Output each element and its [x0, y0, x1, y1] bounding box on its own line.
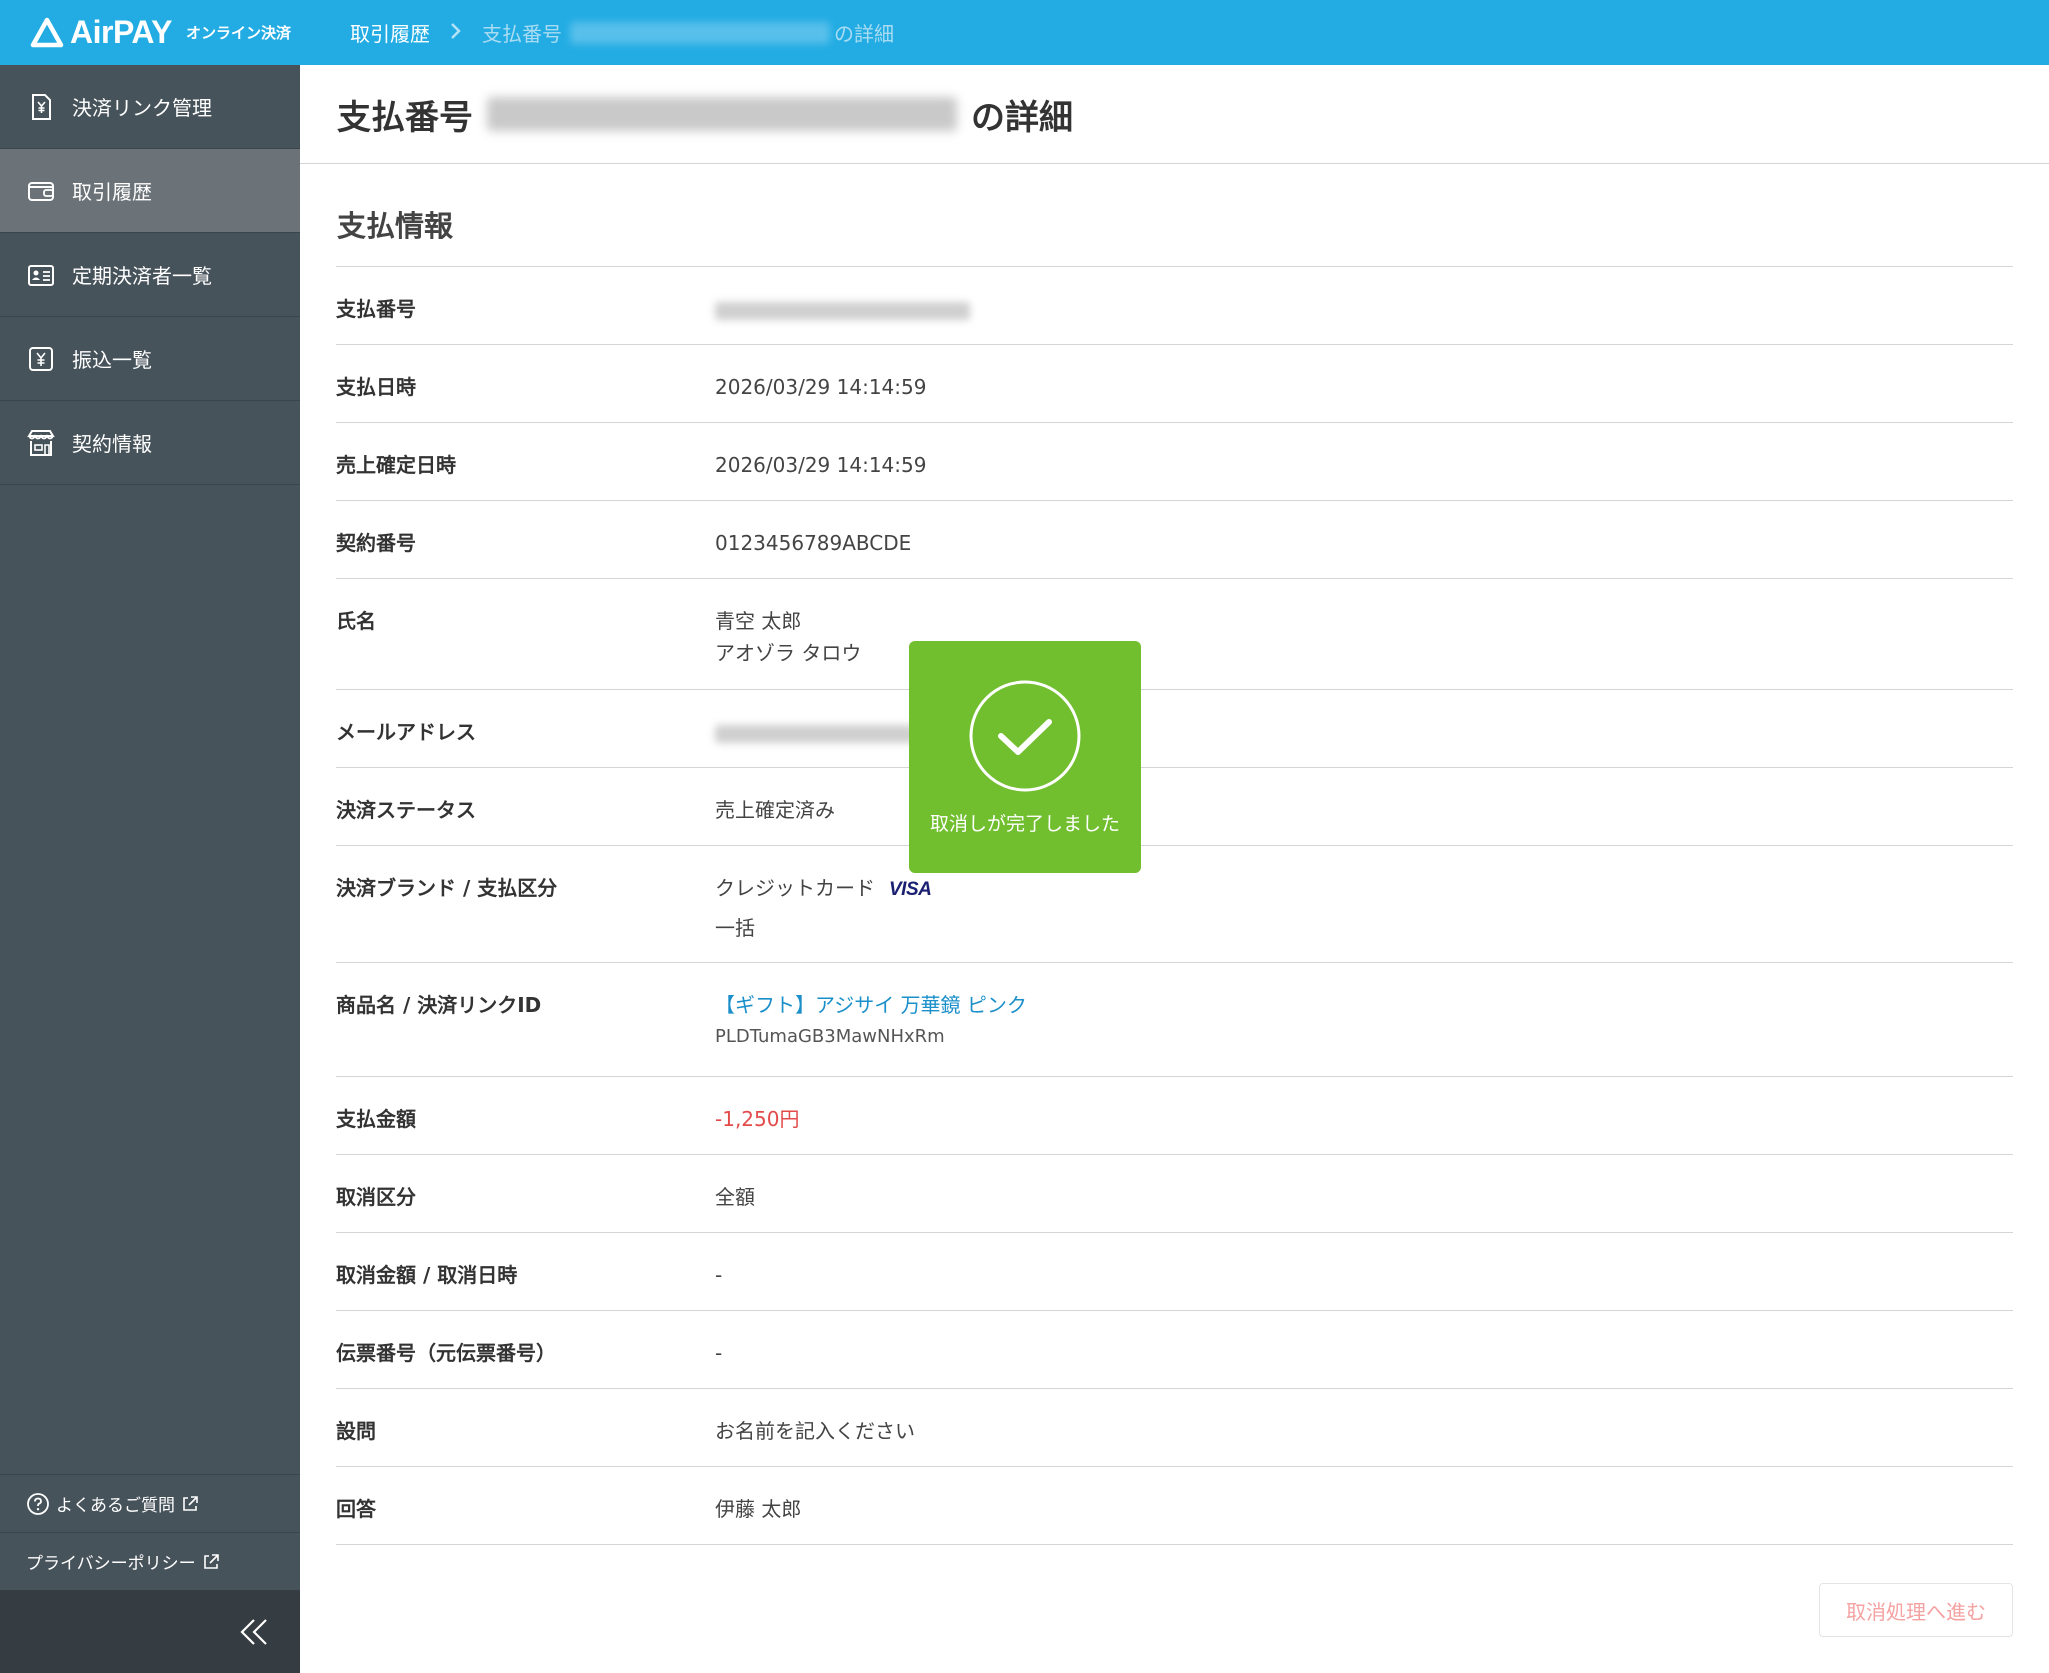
row-label: 氏名	[336, 609, 376, 633]
table-row: 契約番号 0123456789ABCDE	[336, 501, 2013, 579]
table-row: 伝票番号（元伝票番号） -	[336, 1311, 2013, 1389]
table-row: 支払金額 -1,250円	[336, 1077, 2013, 1155]
proceed-cancel-button[interactable]: 取消処理へ進む	[1819, 1583, 2013, 1637]
question-circle-icon	[27, 1492, 49, 1515]
table-row: 商品名 / 決済リンクID 【ギフト】アジサイ 万華鏡 ピンク PLDTumaG…	[336, 963, 2013, 1077]
sidebar: 決済リンク管理 取引履歴 定期決済者一覧 振込一覧 契約情報 よくあるご質問 プ…	[0, 65, 300, 1673]
product-link[interactable]: 【ギフト】アジサイ 万華鏡 ピンク	[715, 989, 2013, 1021]
breadcrumb: 取引履歴 支払番号 の詳細	[350, 18, 894, 47]
row-label: 商品名 / 決済リンクID	[336, 993, 542, 1017]
row-label: 支払日時	[336, 375, 416, 399]
top-header: AirPAY オンライン決済 取引履歴 支払番号 の詳細	[0, 0, 2049, 65]
page-title-suffix: の詳細	[971, 97, 1073, 138]
table-row: 決済ステータス 売上確定済み	[336, 768, 2013, 846]
row-label: 決済ステータス	[336, 798, 476, 822]
sidebar-item-transfers[interactable]: 振込一覧	[0, 317, 300, 401]
airpay-logo-icon	[30, 17, 64, 47]
payment-link-id: PLDTumaGB3MawNHxRm	[715, 1026, 945, 1047]
row-value: 2026/03/29 14:14:59	[715, 453, 927, 477]
table-row: 支払番号	[336, 267, 2013, 345]
privacy-policy-link[interactable]: プライバシーポリシー	[0, 1532, 300, 1590]
sidebar-collapse-button[interactable]	[0, 1590, 300, 1673]
row-label: 設問	[336, 1419, 376, 1443]
row-value: -	[715, 1341, 723, 1365]
row-value: 全額	[715, 1185, 755, 1209]
main-content: 支払番号 の詳細 支払情報 支払番号 支払日時 2026/03/29 14:14…	[300, 65, 2049, 1673]
sidebar-item-label: 定期決済者一覧	[72, 264, 212, 288]
payment-number-value	[715, 267, 2013, 344]
page-title-prefix: 支払番号	[337, 97, 473, 138]
row-label: 伝票番号（元伝票番号）	[336, 1341, 556, 1365]
cancel-complete-toast: 取消しが完了しました	[909, 641, 1141, 873]
name-value: 青空 太郎	[715, 609, 802, 633]
yen-document-icon	[32, 93, 51, 120]
table-row: メールアドレス	[336, 690, 2013, 768]
airpay-logo[interactable]: AirPAY オンライン決済	[30, 14, 350, 51]
yen-transfer-icon	[29, 346, 53, 371]
table-row: 取消区分 全額	[336, 1155, 2013, 1233]
row-label: 回答	[336, 1497, 376, 1521]
amount-value: -1,250円	[715, 1107, 800, 1131]
table-row: 取消金額 / 取消日時 -	[336, 1233, 2013, 1311]
sidebar-item-label: 決済リンク管理	[72, 96, 212, 120]
breadcrumb-current: 支払番号 の詳細	[482, 18, 894, 47]
redacted-payment-number	[570, 21, 830, 44]
row-value: -	[715, 1263, 723, 1287]
table-row: 売上確定日時 2026/03/29 14:14:59	[336, 423, 2013, 501]
table-row: 回答 伊藤 太郎	[336, 1467, 2013, 1545]
pay-type-value: 一括	[715, 916, 755, 940]
row-label: 支払番号	[336, 297, 416, 321]
logo-text: AirPAY	[70, 14, 172, 50]
sidebar-item-label: 取引履歴	[72, 180, 152, 204]
row-label: 支払金額	[336, 1107, 416, 1131]
payment-info-table: 支払番号 支払日時 2026/03/29 14:14:59 売上確定日時 202…	[336, 266, 2013, 1545]
row-value: -1,250円	[715, 1077, 2013, 1154]
redacted-payment-number	[715, 301, 970, 320]
external-link-icon	[203, 1553, 219, 1569]
breadcrumb-current-prefix: 支払番号	[482, 22, 562, 46]
table-row: 決済ブランド / 支払区分 クレジットカード VISA 一括	[336, 846, 2013, 963]
page-title: 支払番号 の詳細	[300, 65, 2049, 164]
check-circle-icon	[969, 680, 1081, 792]
brand-value: クレジットカード	[715, 876, 875, 900]
double-chevron-left-icon	[240, 1618, 267, 1645]
row-label: 決済ブランド / 支払区分	[336, 876, 558, 900]
breadcrumb-current-suffix: の詳細	[834, 22, 894, 46]
table-row: 設問 お名前を記入ください	[336, 1389, 2013, 1467]
row-label: 売上確定日時	[336, 453, 456, 477]
row-value: 2026/03/29 14:14:59	[715, 375, 927, 399]
row-value: 0123456789ABCDE	[715, 531, 912, 555]
id-card-icon	[28, 264, 54, 286]
row-label: 契約番号	[336, 531, 416, 555]
sidebar-item-label: 契約情報	[72, 432, 152, 456]
table-row: 支払日時 2026/03/29 14:14:59	[336, 345, 2013, 423]
row-label: 取消区分	[336, 1185, 416, 1209]
toast-message: 取消しが完了しました	[929, 813, 1120, 835]
logo-subtitle: オンライン決済	[185, 24, 291, 42]
row-label: 取消金額 / 取消日時	[336, 1263, 518, 1287]
faq-link[interactable]: よくあるご質問	[0, 1474, 300, 1532]
external-link-icon	[183, 1495, 198, 1511]
redacted-payment-number	[487, 97, 957, 131]
breadcrumb-link-history[interactable]: 取引履歴	[350, 18, 430, 47]
sidebar-item-transaction-history[interactable]: 取引履歴	[0, 149, 300, 233]
wallet-icon	[28, 181, 54, 201]
sidebar-item-subscribers[interactable]: 定期決済者一覧	[0, 233, 300, 317]
sidebar-footer: よくあるご質問 プライバシーポリシー	[0, 1474, 300, 1673]
store-icon	[27, 429, 55, 456]
visa-logo: VISA	[889, 879, 932, 900]
sidebar-item-payment-links[interactable]: 決済リンク管理	[0, 65, 300, 149]
sidebar-item-contract-info[interactable]: 契約情報	[0, 401, 300, 485]
row-label: メールアドレス	[336, 720, 476, 744]
row-value: 【ギフト】アジサイ 万華鏡 ピンク PLDTumaGB3MawNHxRm	[715, 963, 2013, 1076]
section-title: 支払情報	[337, 209, 454, 243]
sidebar-item-label: 振込一覧	[72, 348, 152, 372]
redacted-email	[715, 724, 915, 743]
table-row: 氏名 青空 太郎 アオゾラ タロウ	[336, 579, 2013, 690]
privacy-label: プライバシーポリシー	[26, 1554, 196, 1574]
chevron-right-icon	[450, 21, 462, 45]
faq-label: よくあるご質問	[56, 1496, 175, 1516]
row-value: 伊藤 太郎	[715, 1497, 802, 1521]
row-value: お名前を記入ください	[715, 1419, 915, 1443]
